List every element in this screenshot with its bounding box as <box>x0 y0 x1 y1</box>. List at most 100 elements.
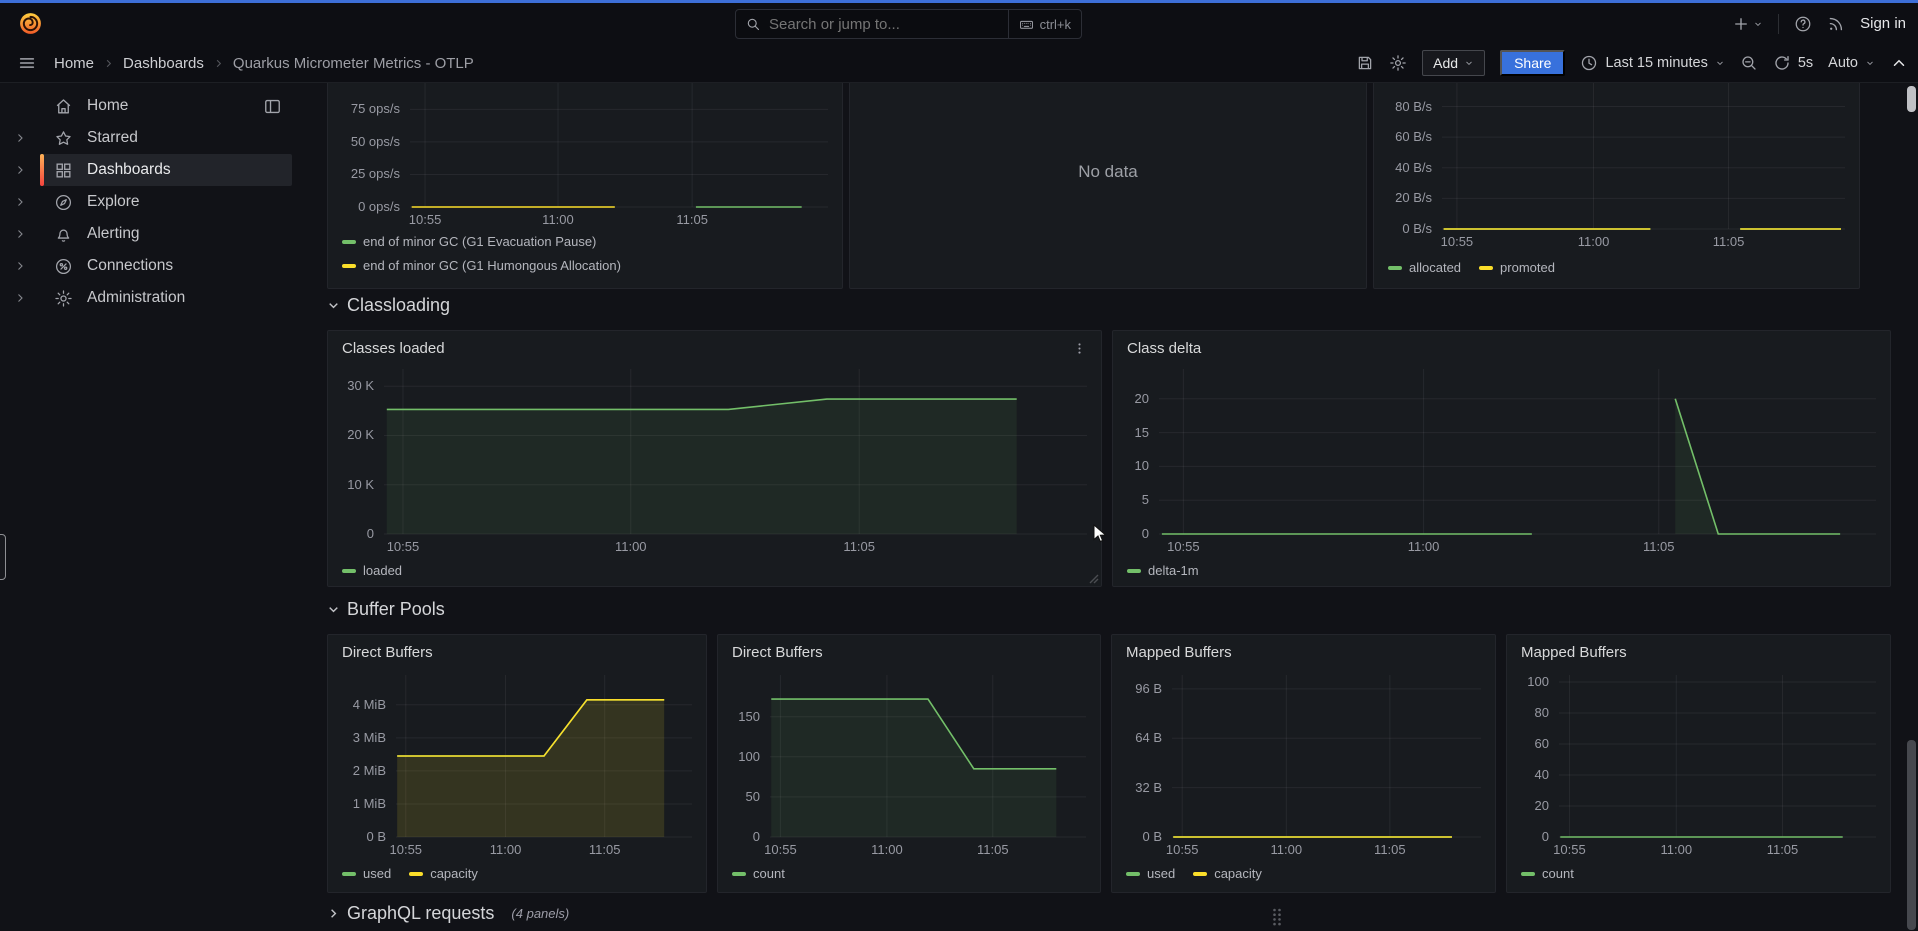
panel-direct-buffers-count: Direct Buffers 15010050010:5511:0011:05 … <box>717 634 1101 893</box>
mouse-cursor-icon <box>1093 524 1108 544</box>
zoom-out-icon[interactable] <box>1740 54 1758 72</box>
legend-item[interactable]: count <box>732 865 785 882</box>
chevron-right-icon[interactable] <box>0 186 40 218</box>
scrollbar-thumb[interactable] <box>1907 86 1916 112</box>
legend-item[interactable]: delta-1m <box>1127 562 1199 579</box>
add-button[interactable]: Add <box>1422 50 1485 76</box>
panel-title[interactable]: Direct Buffers <box>732 644 823 661</box>
y-axis-tick: 64 B <box>1126 730 1162 746</box>
section-classloading[interactable]: Classloading <box>327 295 450 316</box>
search-input[interactable] <box>761 16 1008 33</box>
new-button[interactable] <box>1732 15 1763 33</box>
section-buffer-pools[interactable]: Buffer Pools <box>327 599 445 620</box>
legend-item[interactable]: used <box>342 865 391 882</box>
auto-refresh-select[interactable]: Auto <box>1828 55 1875 71</box>
section-graphql-requests[interactable]: GraphQL requests (4 panels) <box>327 903 569 924</box>
dashboards-grid-icon <box>54 161 73 180</box>
legend-swatch <box>1388 266 1402 270</box>
class-delta-chart[interactable]: 2015105010:5511:0011:05 <box>1159 369 1876 534</box>
legend-item[interactable]: end of minor GC (G1 Evacuation Pause) <box>342 233 828 250</box>
direct-buffers-bytes-chart[interactable]: 4 MiB3 MiB2 MiB1 MiB0 B10:5511:0011:05 <box>396 675 692 837</box>
y-axis-tick: 25 ops/s <box>342 166 400 182</box>
legend-item[interactable]: capacity <box>1193 865 1262 882</box>
y-axis-tick: 3 MiB <box>342 730 386 746</box>
panel-no-data: No data <box>849 83 1367 289</box>
share-button-label: Share <box>1514 55 1551 71</box>
panel-mapped-buffers-bytes: Mapped Buffers 96 B64 B32 B0 B10:5511:00… <box>1111 634 1496 893</box>
search-box[interactable]: ctrl+k <box>735 9 1082 39</box>
panel-allocated-promoted: 80 B/s60 B/s40 B/s20 B/s0 B/s10:5511:001… <box>1373 83 1860 289</box>
gc-pause-rate-chart[interactable]: 75 ops/s50 ops/s25 ops/s0 ops/s10:5511:0… <box>410 83 828 207</box>
panel-header: Mapped Buffers <box>1112 635 1495 661</box>
x-axis-tick: 11:05 <box>977 842 1009 857</box>
refresh-control[interactable]: 5s <box>1773 54 1813 72</box>
breadcrumb-current: Quarkus Micrometer Metrics - OTLP <box>233 55 474 72</box>
sidebar-item-home[interactable]: Home <box>0 90 300 122</box>
y-axis-tick: 100 <box>1521 674 1549 690</box>
legend-item[interactable]: loaded <box>342 562 402 579</box>
chevron-right-icon[interactable] <box>0 154 40 186</box>
mapped-buffers-count-chart[interactable]: 10080604020010:5511:0011:05 <box>1559 675 1876 837</box>
x-axis-tick: 11:00 <box>871 842 903 857</box>
chart-legend: count <box>718 865 1100 882</box>
share-button[interactable]: Share <box>1500 50 1565 76</box>
x-axis-tick: 11:05 <box>676 212 708 227</box>
panel-header: Direct Buffers <box>718 635 1100 661</box>
panel-title[interactable]: Mapped Buffers <box>1521 644 1627 661</box>
chart-legend: delta-1m <box>1113 562 1890 579</box>
sidebar-item-explore[interactable]: Explore <box>0 186 300 218</box>
search-shortcut-label: ctrl+k <box>1040 17 1071 32</box>
legend-item[interactable]: promoted <box>1479 259 1555 276</box>
legend-swatch <box>342 264 356 268</box>
collapse-toolbar-icon[interactable] <box>1890 54 1908 72</box>
y-axis-tick: 96 B <box>1126 681 1162 697</box>
x-axis-tick: 11:05 <box>1643 539 1675 554</box>
sidebar-item-dashboards[interactable]: Dashboards <box>0 154 300 186</box>
breadcrumb-home[interactable]: Home <box>54 55 94 72</box>
dock-sidebar-icon[interactable] <box>263 97 282 116</box>
chevron-right-icon[interactable] <box>0 282 40 314</box>
grafana-logo-icon[interactable] <box>18 11 43 36</box>
chevron-right-icon[interactable] <box>0 122 40 154</box>
panel-header: Mapped Buffers <box>1507 635 1890 661</box>
legend-item[interactable]: count <box>1521 865 1574 882</box>
panel-title[interactable]: Direct Buffers <box>342 644 433 661</box>
resize-grip-icon[interactable] <box>1087 572 1099 584</box>
drag-handle-icon[interactable] <box>1271 907 1283 927</box>
gear-icon[interactable] <box>1389 54 1407 72</box>
sidebar-item-label: Home <box>87 97 128 115</box>
legend-swatch <box>1193 872 1207 876</box>
legend-item[interactable]: capacity <box>409 865 478 882</box>
sidebar-item-connections[interactable]: Connections <box>0 250 300 282</box>
panel-title[interactable]: Class delta <box>1127 340 1201 357</box>
panel-title[interactable]: Classes loaded <box>342 340 445 357</box>
legend-item[interactable]: end of minor GC (G1 Humongous Allocation… <box>342 257 828 274</box>
sidebar-item-label: Alerting <box>87 225 140 243</box>
sidebar-item-administration[interactable]: Administration <box>0 282 300 314</box>
direct-buffers-count-chart[interactable]: 15010050010:5511:0011:05 <box>770 675 1086 837</box>
panel-direct-buffers-bytes: Direct Buffers 4 MiB3 MiB2 MiB1 MiB0 B10… <box>327 634 707 893</box>
x-axis-tick: 11:05 <box>589 842 621 857</box>
chevron-down-icon <box>1464 58 1474 68</box>
menu-icon[interactable] <box>18 54 36 72</box>
sidebar-item-alerting[interactable]: Alerting <box>0 218 300 250</box>
help-icon[interactable] <box>1794 15 1812 33</box>
classes-loaded-chart[interactable]: 30 K20 K10 K010:5511:0011:05 <box>384 369 1087 534</box>
chevron-right-icon[interactable] <box>0 218 40 250</box>
panel-title[interactable]: Mapped Buffers <box>1126 644 1232 661</box>
chevron-right-icon[interactable] <box>0 250 40 282</box>
save-icon[interactable] <box>1356 54 1374 72</box>
kebab-menu-icon[interactable] <box>1072 341 1087 356</box>
scrollbar-thumb-secondary[interactable] <box>1907 740 1916 930</box>
breadcrumb-dashboards[interactable]: Dashboards <box>123 55 204 72</box>
legend-item[interactable]: allocated <box>1388 259 1461 276</box>
allocated-promoted-chart[interactable]: 80 B/s60 B/s40 B/s20 B/s0 B/s10:5511:001… <box>1442 83 1845 229</box>
sidebar-item-starred[interactable]: Starred <box>0 122 300 154</box>
news-icon[interactable] <box>1827 15 1845 33</box>
chevron-right-icon <box>327 907 340 920</box>
sign-in-button[interactable]: Sign in <box>1860 15 1906 32</box>
mapped-buffers-bytes-chart[interactable]: 96 B64 B32 B0 B10:5511:0011:05 <box>1172 675 1481 837</box>
legend-swatch <box>342 569 356 573</box>
legend-item[interactable]: used <box>1126 865 1175 882</box>
time-range-picker[interactable]: Last 15 minutes <box>1580 54 1724 72</box>
